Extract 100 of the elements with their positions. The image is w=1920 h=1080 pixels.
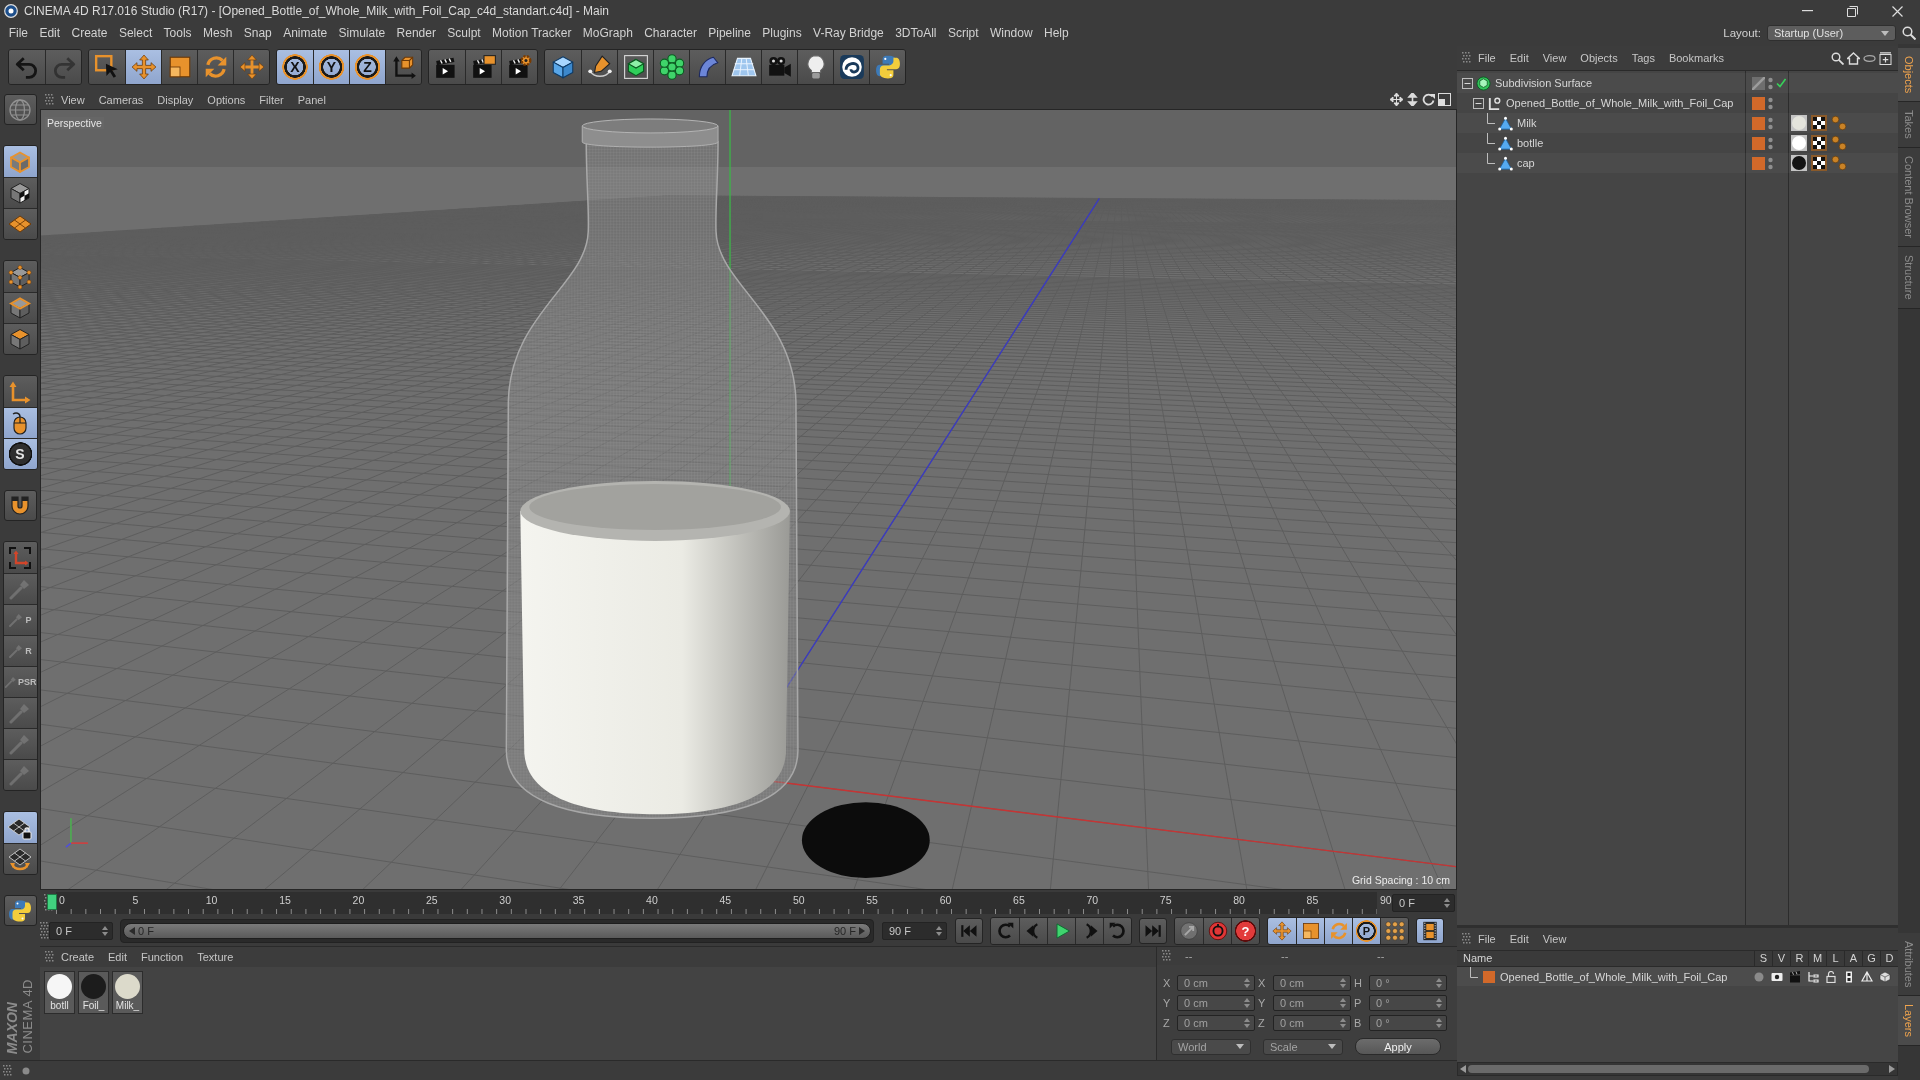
menu-item[interactable]: File <box>1471 52 1503 64</box>
menu-item[interactable]: Display <box>150 93 201 106</box>
subdivision-button[interactable] <box>617 50 653 84</box>
layout-dropdown[interactable]: Startup (User) <box>1767 25 1896 41</box>
cloner-button[interactable] <box>653 50 689 84</box>
axis-lock-button[interactable]: X <box>277 50 313 84</box>
menu-item[interactable]: Options <box>200 93 253 106</box>
start-frame-field[interactable]: 0 F <box>49 922 113 940</box>
pan-icon[interactable] <box>1390 93 1403 106</box>
dots-tag-icon[interactable] <box>1831 115 1847 131</box>
go-to-start-button[interactable] <box>955 918 983 944</box>
floor-button[interactable] <box>725 50 761 84</box>
material-tag-icon[interactable] <box>1791 155 1807 171</box>
plus-box-icon[interactable] <box>1879 51 1892 65</box>
light-button[interactable] <box>797 50 833 84</box>
menu-item[interactable]: Bookmarks <box>1661 52 1731 64</box>
menu-item[interactable]: V-Ray Bridge <box>807 26 890 40</box>
menu-item[interactable]: Character <box>638 26 703 40</box>
column-header[interactable]: S <box>1754 951 1772 966</box>
home-icon[interactable] <box>1847 51 1860 65</box>
menu-item[interactable]: Render <box>390 26 442 40</box>
column-header[interactable]: Name <box>1457 951 1754 966</box>
pyramid-icon[interactable] <box>1861 970 1873 983</box>
solo-dot-icon[interactable] <box>1753 970 1765 983</box>
object-row[interactable]: Milk <box>1457 113 1898 133</box>
check-icon[interactable] <box>1776 78 1786 88</box>
column-header[interactable]: R <box>1790 951 1808 966</box>
menu-item[interactable]: 3DToAll <box>889 26 943 40</box>
menu-item[interactable]: Select <box>113 26 158 40</box>
checker-tag-icon[interactable] <box>1811 135 1827 151</box>
dots-tag-icon[interactable] <box>1831 155 1847 171</box>
checker-tag-icon[interactable] <box>1811 115 1827 131</box>
model-mode-button[interactable] <box>3 146 37 177</box>
zoom-arrows-icon[interactable] <box>1406 93 1419 106</box>
render-picture-button[interactable] <box>465 50 501 84</box>
rotate-tool-button[interactable] <box>197 50 233 84</box>
solo-button[interactable]: S <box>3 438 37 469</box>
polygons-mode-button[interactable] <box>3 323 37 354</box>
rotate-tool-button[interactable] <box>1324 918 1352 944</box>
keyframe-selection-button[interactable]: ? <box>1231 918 1259 944</box>
menu-item[interactable]: Tools <box>157 26 198 40</box>
menu-item[interactable]: View <box>1535 933 1574 945</box>
menu-item[interactable]: View <box>54 93 92 106</box>
layer-color-icon[interactable] <box>1752 116 1765 130</box>
menu-item[interactable]: Texture <box>190 951 241 963</box>
left-arrow-icon[interactable] <box>1460 1065 1466 1073</box>
parameter-key-button[interactable]: P <box>1352 918 1380 944</box>
menu-item[interactable]: Help <box>1038 26 1075 40</box>
menu-item[interactable]: Animate <box>277 26 333 40</box>
menu-item[interactable]: Panel <box>290 93 333 106</box>
deformer-button[interactable] <box>689 50 725 84</box>
menu-item[interactable]: Objects <box>1573 52 1625 64</box>
script-button[interactable] <box>869 50 905 84</box>
lock-workplane-button[interactable] <box>3 812 37 843</box>
horizontal-scrollbar[interactable] <box>1457 1062 1898 1076</box>
menu-item[interactable]: Pipeline <box>702 26 757 40</box>
workplane-button[interactable] <box>3 542 37 573</box>
column-header[interactable]: A <box>1844 951 1862 966</box>
coordinate-system-button[interactable] <box>385 50 421 84</box>
layer-color-icon[interactable] <box>1752 156 1765 170</box>
render-view-button[interactable] <box>429 50 465 84</box>
menu-item[interactable]: Edit <box>1502 52 1536 64</box>
layer-color-icon[interactable] <box>1752 96 1765 110</box>
dots-tag-icon[interactable] <box>1831 135 1847 151</box>
transform-tool-button[interactable] <box>233 50 269 84</box>
unlock-icon[interactable] <box>1825 970 1837 983</box>
material-thumbnail[interactable]: Foil_ <box>78 971 109 1014</box>
play-button[interactable] <box>1047 918 1075 944</box>
layer-row[interactable]: Opened_Bottle_of_Whole_Milk_with_Foil_Cap <box>1457 967 1898 986</box>
workplane-mode-button[interactable] <box>3 208 37 239</box>
menu-item[interactable]: Mesh <box>197 26 239 40</box>
checker-tag-icon[interactable] <box>1811 155 1827 171</box>
axis-lock-button[interactable]: Y <box>313 50 349 84</box>
scrollbar-thumb[interactable] <box>1468 1065 1869 1073</box>
planar-workplane-button[interactable] <box>3 843 37 874</box>
object-row[interactable]: cap <box>1457 153 1898 173</box>
menu-item[interactable]: Cameras <box>91 93 151 106</box>
maximize-icon[interactable] <box>1438 93 1451 106</box>
spinner-icon[interactable] <box>1444 898 1450 908</box>
menu-item[interactable]: View <box>1535 52 1574 64</box>
eye-icon[interactable] <box>1771 970 1783 983</box>
menu-item[interactable]: Simulate <box>332 26 391 40</box>
timeline-button[interactable] <box>1416 918 1444 944</box>
column-header[interactable]: L <box>1826 951 1844 966</box>
end-frame-field[interactable]: 90 F <box>882 922 947 940</box>
no-layer-icon[interactable] <box>1752 76 1765 90</box>
scale-tool-button[interactable] <box>1296 918 1324 944</box>
edges-mode-button[interactable] <box>3 292 37 323</box>
search-icon[interactable] <box>1831 51 1844 65</box>
playhead-marker[interactable] <box>47 894 57 910</box>
menu-item[interactable]: Snap <box>238 26 278 40</box>
menu-item[interactable]: Script <box>942 26 985 40</box>
material-thumbnail[interactable]: Milk_ <box>112 971 143 1014</box>
menu-item[interactable]: Edit <box>1502 933 1536 945</box>
menu-item[interactable]: Sculpt <box>441 26 487 40</box>
menu-item[interactable]: Filter <box>252 93 291 106</box>
live-selection-button[interactable] <box>89 50 125 84</box>
snap-button[interactable] <box>3 490 37 521</box>
plugin-button[interactable] <box>833 50 869 84</box>
texture-mode-button[interactable] <box>3 177 37 208</box>
